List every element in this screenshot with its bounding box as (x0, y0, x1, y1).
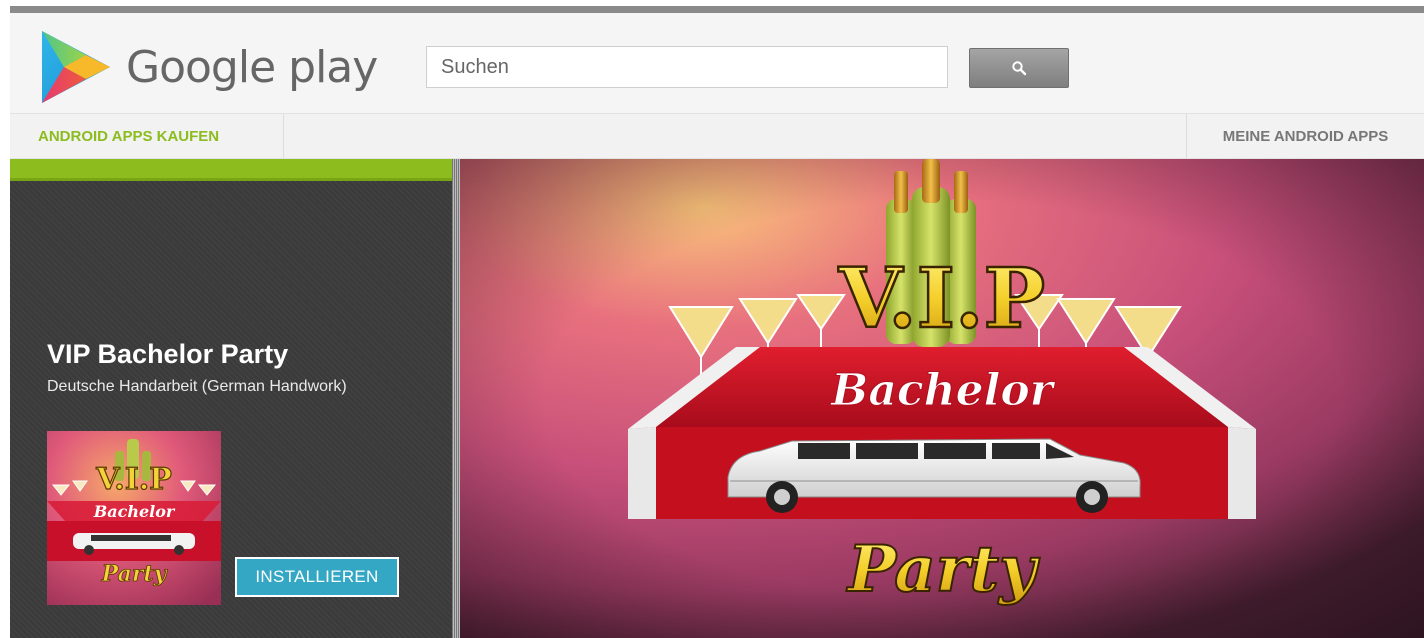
icon-party-text: Party (101, 561, 169, 587)
google-play-logo[interactable]: Google play (40, 27, 380, 107)
app-info-panel: VIP Bachelor Party Deutsche Handarbeit (… (10, 159, 452, 638)
header: Google play (10, 13, 1424, 113)
top-bar (10, 6, 1424, 13)
banner-bachelor-text: Bachelor (829, 365, 1056, 416)
nav-meine-android-apps[interactable]: MEINE ANDROID APPS (1186, 114, 1424, 158)
nav-android-apps-kaufen[interactable]: ANDROID APPS KAUFEN (10, 114, 284, 158)
icon-bachelor-text: Bachelor (93, 502, 176, 521)
search-input[interactable] (426, 46, 948, 88)
app-developer-link[interactable]: Deutsche Handarbeit (German Handwork) (47, 376, 347, 398)
banner-vip-text: V.I.P (838, 251, 1045, 347)
banner-party-text: Party (846, 532, 1040, 607)
accent-strip (10, 159, 452, 181)
search-icon (1012, 61, 1027, 76)
feature-banner: V.I.P Bachelor Party (460, 159, 1424, 638)
install-button[interactable]: INSTALLIEREN (235, 557, 399, 597)
app-icon: V.I.P Bachelor Party (47, 431, 221, 605)
panel-divider (452, 159, 460, 638)
app-title: VIP Bachelor Party (47, 339, 289, 369)
main-nav: ANDROID APPS KAUFEN MEINE ANDROID APPS (10, 113, 1424, 159)
logo-text: Google play (126, 41, 378, 93)
search-button[interactable] (969, 48, 1069, 88)
play-store-icon (42, 31, 110, 103)
icon-vip-text: V.I.P (95, 462, 172, 497)
